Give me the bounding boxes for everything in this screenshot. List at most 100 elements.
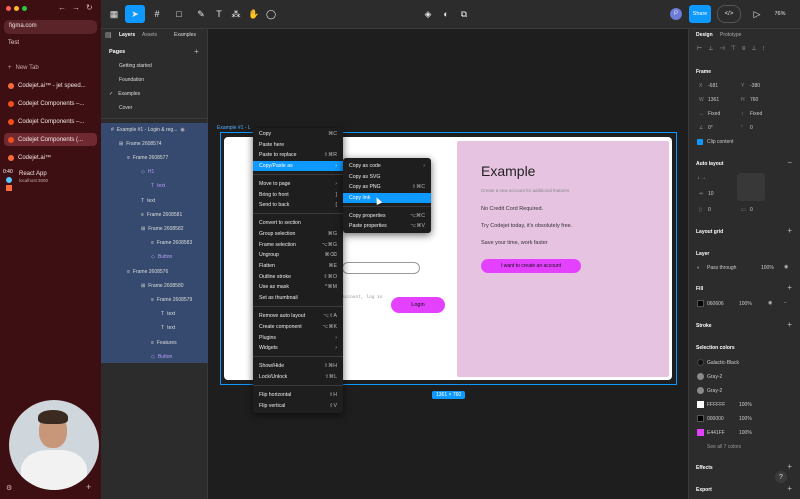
color-swatch[interactable] [697,387,704,394]
menu-item-frame-selection[interactable]: Frame selection ⌥⌘G [253,240,343,250]
height-sizing-select[interactable]: Fixed [750,111,762,117]
dev-mode-toggle[interactable]: </> [717,5,741,23]
avatar[interactable]: P [670,8,682,20]
move-tool-icon[interactable]: ➤ [125,5,145,23]
color-swatch[interactable] [697,401,704,408]
clip-checkbox[interactable] [697,139,703,145]
boolean-icon[interactable]: ⧉ [457,5,471,23]
menu-item-show-hide[interactable]: Show/Hide ⇧⌘H [253,361,343,371]
menu-item-ungroup[interactable]: Ungroup ⌘⌫ [253,250,343,260]
submenu-item-paste-properties[interactable]: Paste properties ⌥⌘V [343,221,431,231]
h-field[interactable]: 760 [750,97,758,103]
tab-prototype[interactable]: Prototype [720,32,741,38]
login-button[interactable]: Login [391,297,445,313]
menu-item-set-thumbnail[interactable]: Set as thumbnail [253,293,343,303]
add-export-icon[interactable]: + [787,484,792,493]
browser-tab[interactable]: Codejet.ai™ - jet speed... [4,79,97,92]
layer-visibility-icon[interactable]: ◉ [784,264,788,270]
fill-visibility-icon[interactable]: ◉ [768,300,772,306]
text-tool-icon[interactable]: T [213,5,225,23]
maximize-window-icon[interactable] [22,6,27,11]
alignment-grid[interactable] [737,173,765,201]
page-item[interactable]: Foundation [101,73,208,87]
page-item[interactable]: Getting started [101,59,208,73]
close-window-icon[interactable] [6,6,11,11]
menu-item-plugins[interactable]: Plugins › [253,333,343,343]
mask-icon[interactable]: ◐ [439,5,453,23]
figma-menu-icon[interactable]: ▦ [105,5,123,23]
fill-swatch[interactable] [697,300,704,307]
layer-row[interactable]: Ttext [101,194,208,208]
menu-item-widgets[interactable]: Widgets › [253,343,343,353]
create-account-button[interactable]: I want to create an account [481,259,581,273]
menu-item-bring-front[interactable]: Bring to front] [253,190,343,200]
hand-tool-icon[interactable]: ✋ [247,5,261,23]
page-item-active[interactable]: ✓ Examples [101,87,208,101]
color-swatch[interactable] [697,359,704,366]
fill-hex[interactable]: 060606 [707,301,724,307]
menu-item-flip-horizontal[interactable]: Flip horizontal ⇧H [253,390,343,400]
color-swatch[interactable] [697,415,704,422]
see-all-colors-link[interactable]: See all 7 colors [707,444,741,450]
blend-mode-select[interactable]: Pass through [707,265,736,271]
browser-tab[interactable]: Codejet Components –... [4,97,97,110]
forward-icon[interactable]: → [72,3,80,12]
layer-row[interactable]: ◇ Button [101,350,208,364]
y-field[interactable]: -380 [750,83,760,89]
browser-tab[interactable]: Codejet Components –... [4,115,97,128]
color-swatch[interactable] [697,429,704,436]
add-icon[interactable]: + [86,482,91,492]
shape-tool-icon[interactable]: □ [171,5,187,23]
layer-row[interactable]: ⊞ Frame 2608582 [101,222,208,236]
layer-row[interactable]: ≡ Frame 2608576 [101,265,208,279]
menu-item-paste-here[interactable]: Paste here [253,140,343,150]
w-field[interactable]: 1361 [708,97,719,103]
menu-item-group[interactable]: Group selection ⌘G [253,229,343,239]
submenu-item-copy-as-code[interactable]: Copy as code › [343,161,431,171]
input-field[interactable] [342,262,420,274]
frame-label[interactable]: Example #1 - L [217,125,251,131]
rotation-field[interactable]: 0° [708,125,713,131]
layer-row[interactable]: ◇ Button [101,250,208,264]
menu-item-copy[interactable]: Copy ⌘C [253,129,343,139]
menu-item-paste-replace[interactable]: Paste to replace ⇧⌘R [253,150,343,160]
menu-item-lock-unlock[interactable]: Lock/Unlock ⇧⌘L [253,372,343,382]
layer-row[interactable]: ⊞ Frame 2608580 [101,279,208,293]
color-swatch[interactable] [697,373,704,380]
browser-tab[interactable]: Codejet.ai™ [4,151,97,164]
menu-item-flatten[interactable]: Flatten ⌘E [253,261,343,271]
add-fill-icon[interactable]: + [787,283,792,292]
layer-row[interactable]: ◇ H1 [101,165,208,179]
add-stroke-icon[interactable]: + [787,320,792,329]
tab-layers[interactable]: Layers [119,32,135,38]
submenu-item-copy-properties[interactable]: Copy properties ⌥⌘C [343,211,431,221]
add-page-icon[interactable]: + [194,47,199,56]
x-field[interactable]: -681 [708,83,718,89]
zoom-level[interactable]: 76% [771,5,789,23]
page-item[interactable]: Cover [101,101,208,115]
layer-row[interactable]: Ttext [101,307,208,321]
react-app-tab-title[interactable]: React App [19,171,47,177]
add-layout-grid-icon[interactable]: + [787,226,792,235]
component-icon[interactable]: ◈ [421,5,435,23]
help-icon[interactable]: ? [775,471,787,483]
layer-row[interactable]: ≡ Frame 2608583 [101,236,208,250]
frame-tool-icon[interactable]: # [149,5,165,23]
submenu-item-copy-as-svg[interactable]: Copy as SVG [343,172,431,182]
visibility-eye-icon[interactable]: ◉ [180,127,184,133]
url-bar[interactable]: figma.com [4,20,97,34]
share-button[interactable]: Share [689,5,711,23]
pen-tool-icon[interactable]: ✎ [193,5,209,23]
menu-item-send-back[interactable]: Send to back[ [253,200,343,210]
layer-row[interactable]: ≡ Frame 2608579 [101,293,208,307]
minimize-window-icon[interactable] [14,6,19,11]
present-icon[interactable]: ▷ [749,5,765,23]
remove-auto-layout-icon[interactable]: − [787,158,792,167]
padding-v-field[interactable]: 0 [750,207,753,213]
comment-tool-icon[interactable]: ◯ [264,5,278,23]
menu-item-move-to-page[interactable]: Move to page › [253,179,343,189]
remove-fill-icon[interactable]: − [784,300,787,306]
direction-down-icon[interactable]: ↓ → [697,175,706,181]
fill-opacity[interactable]: 100% [739,301,752,307]
radius-field[interactable]: 0 [750,125,753,131]
